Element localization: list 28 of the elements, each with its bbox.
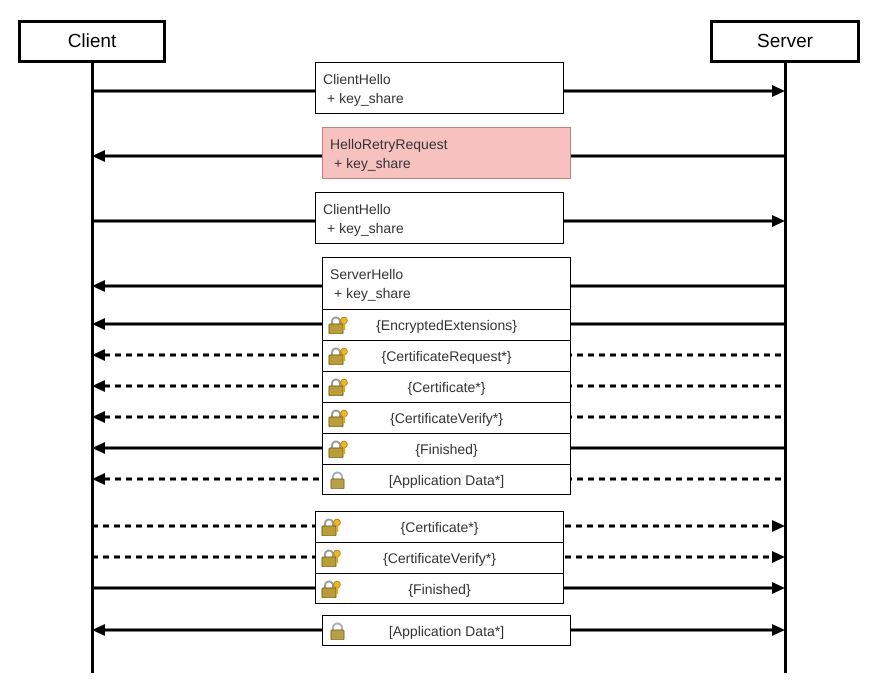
padlock-key-icon xyxy=(321,580,341,598)
padlock-key-icon xyxy=(328,409,348,427)
message-label: + key_share xyxy=(333,154,411,170)
padlock-key-icon xyxy=(328,440,348,458)
padlock-key-icon xyxy=(328,378,348,396)
padlock-key-icon xyxy=(321,549,341,567)
message-label: {Certificate*} xyxy=(408,379,486,395)
message-label: [Application Data*] xyxy=(388,622,504,638)
padlock-key-icon xyxy=(328,347,348,365)
padlock-key-icon xyxy=(321,518,341,536)
message-label: HelloRetryRequest xyxy=(330,136,448,152)
message-label: + key_share xyxy=(333,285,411,301)
message-label: {Finished} xyxy=(408,580,471,596)
participant-box: Server xyxy=(710,20,860,63)
message-label: {Certificate*} xyxy=(400,519,478,535)
message-label: {CertificateVerify*} xyxy=(390,410,503,426)
message-label: [Application Data*] xyxy=(388,472,504,488)
message-label: {CertificateRequest*} xyxy=(382,348,512,364)
message-label: ClientHello xyxy=(323,200,391,216)
message-label: ServerHello xyxy=(330,266,404,282)
message-label: {EncryptedExtensions} xyxy=(376,317,517,333)
message-label: + key_share xyxy=(326,220,404,236)
message-label: ClientHello xyxy=(323,70,391,86)
participant-box: Client xyxy=(18,20,166,63)
message-label: {CertificateVerify*} xyxy=(383,550,496,566)
padlock-key-icon xyxy=(328,316,348,334)
message-label: {Finished} xyxy=(415,441,478,457)
message-label: + key_share xyxy=(326,90,404,106)
